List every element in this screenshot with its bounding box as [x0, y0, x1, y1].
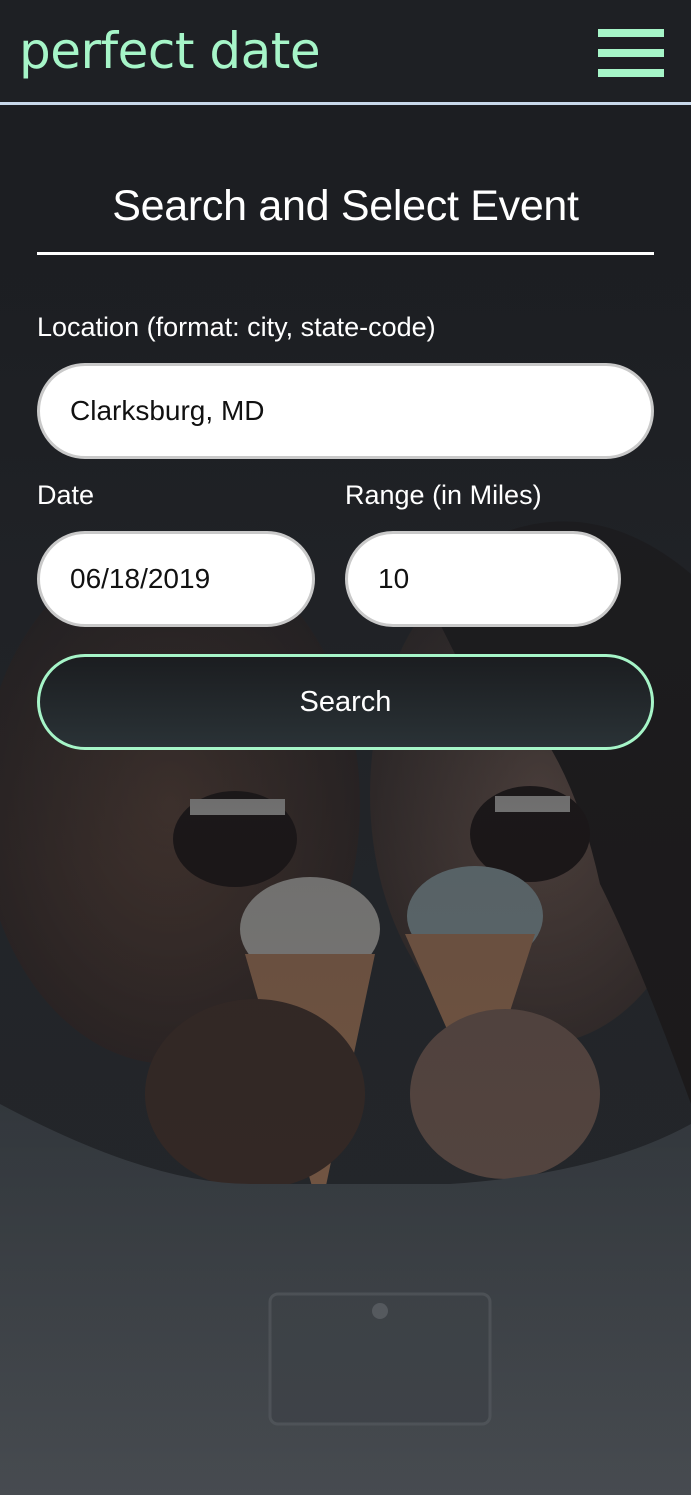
page-title: Search and Select Event [112, 182, 579, 230]
location-input[interactable] [37, 363, 654, 459]
brand-logo[interactable]: perfect date [19, 20, 321, 82]
range-label: Range (in Miles) [345, 480, 542, 510]
date-label: Date [37, 480, 95, 510]
menu-bar-middle [598, 49, 664, 57]
menu-bar-bottom [598, 69, 664, 77]
hamburger-menu-icon[interactable] [598, 29, 664, 77]
event-search-form: Search and Select Event Location (format… [37, 170, 654, 750]
app-header: perfect date [0, 0, 691, 105]
title-divider [37, 252, 654, 255]
search-button[interactable]: Search [37, 654, 654, 750]
menu-bar-top [598, 29, 664, 37]
app-page: perfect date Search and Select Event Loc… [0, 0, 691, 1495]
range-input[interactable] [345, 531, 621, 627]
location-label: Location (format: city, state-code) [37, 312, 436, 342]
date-input[interactable] [37, 531, 315, 627]
